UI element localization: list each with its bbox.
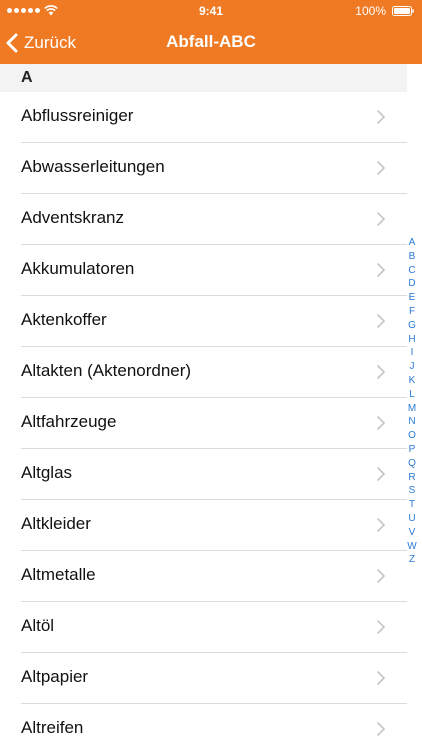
index-letter-i[interactable]: I <box>411 346 414 360</box>
section-header-label: A <box>21 69 33 86</box>
chevron-right-icon <box>377 569 385 583</box>
battery-percent: 100% <box>355 4 386 18</box>
chevron-right-icon <box>377 620 385 634</box>
list-item-label: Abflussreiniger <box>21 106 134 125</box>
list-item[interactable]: Altpapier <box>0 653 407 704</box>
index-letter-l[interactable]: L <box>409 388 415 402</box>
list-item[interactable]: Abflussreiniger <box>0 92 407 143</box>
index-letter-o[interactable]: O <box>408 429 416 443</box>
index-letter-n[interactable]: N <box>408 415 415 429</box>
navigation-bar: Zurück Abfall-ABC <box>0 22 422 64</box>
list-item-label: Altmetalle <box>21 565 96 584</box>
section-header: A <box>0 64 407 92</box>
list-item[interactable]: Abwasserleitungen <box>0 143 407 194</box>
chevron-right-icon <box>377 263 385 277</box>
list-item[interactable]: Adventskranz <box>0 194 407 245</box>
index-letter-a[interactable]: A <box>409 236 416 250</box>
chevron-right-icon <box>377 212 385 226</box>
list-item-label: Altreifen <box>21 718 84 737</box>
list-item-label: Abwasserleitungen <box>21 157 165 176</box>
item-list: Abflussreiniger Abwasserleitungen Advent… <box>0 92 407 750</box>
battery-icon <box>392 6 414 16</box>
index-letter-v[interactable]: V <box>409 526 416 540</box>
list-item-label: Altakten (Aktenordner) <box>21 361 192 380</box>
index-letter-p[interactable]: P <box>409 443 416 457</box>
status-bar: 9:41 100% <box>0 0 422 22</box>
chevron-right-icon <box>377 671 385 685</box>
chevron-right-icon <box>377 365 385 379</box>
index-letter-r[interactable]: R <box>408 471 415 485</box>
index-letter-e[interactable]: E <box>409 291 416 305</box>
list-item[interactable]: Altfahrzeuge <box>0 398 407 449</box>
index-letter-g[interactable]: G <box>408 319 416 333</box>
chevron-right-icon <box>377 518 385 532</box>
index-letter-u[interactable]: U <box>408 512 415 526</box>
list-item[interactable]: Aktenkoffer <box>0 296 407 347</box>
index-letter-z[interactable]: Z <box>409 553 415 567</box>
list-item-label: Altfahrzeuge <box>21 412 117 431</box>
list-item[interactable]: Akkumulatoren <box>0 245 407 296</box>
top-bar: 9:41 100% Zurück Abfall-ABC <box>0 0 422 64</box>
index-letter-k[interactable]: K <box>409 374 416 388</box>
page-title: Abfall-ABC <box>166 32 256 51</box>
list-item[interactable]: Altakten (Aktenordner) <box>0 347 407 398</box>
section-index-bar[interactable]: A B C D E F G H I J K L M N O P Q R S T … <box>404 236 420 567</box>
index-letter-m[interactable]: M <box>408 402 416 416</box>
list-item-label: Adventskranz <box>21 208 124 227</box>
index-letter-t[interactable]: T <box>409 498 415 512</box>
list-item[interactable]: Altglas <box>0 449 407 500</box>
index-letter-d[interactable]: D <box>408 277 415 291</box>
list-item-label: Altkleider <box>21 514 91 533</box>
chevron-right-icon <box>377 467 385 481</box>
index-letter-f[interactable]: F <box>409 305 415 319</box>
list-item-label: Altpapier <box>21 667 89 686</box>
list-item[interactable]: Altmetalle <box>0 551 407 602</box>
chevron-right-icon <box>377 722 385 736</box>
chevron-right-icon <box>377 314 385 328</box>
list-item-label: Akkumulatoren <box>21 259 135 278</box>
list-item[interactable]: Altöl <box>0 602 407 653</box>
chevron-right-icon <box>377 161 385 175</box>
chevron-right-icon <box>377 416 385 430</box>
list-item-label: Altglas <box>21 463 73 482</box>
screen: 9:41 100% Zurück Abfall-ABC A Abflussrei… <box>0 0 422 750</box>
list-item[interactable]: Altkleider <box>0 500 407 551</box>
chevron-right-icon <box>377 110 385 124</box>
list-item-label: Aktenkoffer <box>21 310 107 329</box>
index-letter-q[interactable]: Q <box>408 457 416 471</box>
index-letter-b[interactable]: B <box>409 250 416 264</box>
index-letter-h[interactable]: H <box>408 333 415 347</box>
index-letter-c[interactable]: C <box>408 264 415 278</box>
index-letter-j[interactable]: J <box>410 360 415 374</box>
index-letter-s[interactable]: S <box>409 484 416 498</box>
list-item-label: Altöl <box>21 616 55 635</box>
index-letter-w[interactable]: W <box>407 540 416 554</box>
list-item[interactable]: Altreifen <box>0 704 407 750</box>
